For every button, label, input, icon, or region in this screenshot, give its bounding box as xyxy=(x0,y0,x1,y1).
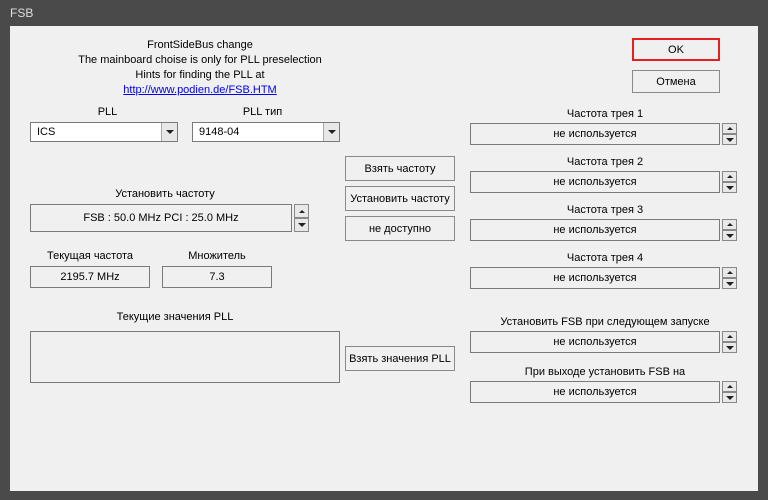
fsb-exit-label: При выходе установить FSB на xyxy=(470,366,740,378)
spin-up-icon[interactable] xyxy=(722,267,737,278)
tray1-value: не используется xyxy=(553,128,636,140)
spin-up-icon[interactable] xyxy=(722,123,737,134)
set-freq-field: FSB : 50.0 MHz PCI : 25.0 MHz xyxy=(30,204,292,232)
tray4-label: Частота трея 4 xyxy=(470,252,740,264)
tray4-value: не используется xyxy=(553,272,636,284)
cur-freq-value: 2195.7 MHz xyxy=(60,271,119,283)
fsb-exit-group: При выходе установить FSB на не использу… xyxy=(470,366,740,403)
get-freq-button[interactable]: Взять частоту xyxy=(345,156,455,181)
dropdown-arrow-icon[interactable] xyxy=(323,123,339,141)
cur-freq-field: 2195.7 MHz xyxy=(30,266,150,288)
spin-up-icon[interactable] xyxy=(722,331,737,342)
spin-down-icon[interactable] xyxy=(722,182,737,193)
not-available-button[interactable]: не доступно xyxy=(345,216,455,241)
header-line1: FrontSideBus change xyxy=(45,38,355,53)
tray1-spinner xyxy=(722,123,737,145)
fsb-next-spinner xyxy=(722,331,737,353)
spin-up-icon[interactable] xyxy=(722,171,737,182)
spin-down-icon[interactable] xyxy=(294,218,309,232)
cancel-button[interactable]: Отмена xyxy=(632,70,720,93)
cur-pll-field xyxy=(30,331,340,383)
tray2-field: не используется xyxy=(470,171,720,193)
tray3-field: не используется xyxy=(470,219,720,241)
set-freq-spinner xyxy=(294,204,309,232)
pll-labels-row: PLL PLL тип xyxy=(30,106,340,118)
spin-down-icon[interactable] xyxy=(722,278,737,289)
tray3-spinner xyxy=(722,219,737,241)
dropdown-arrow-icon[interactable] xyxy=(161,123,177,141)
fsb-exit-spinner xyxy=(722,381,737,403)
set-freq-value: FSB : 50.0 MHz PCI : 25.0 MHz xyxy=(83,212,238,224)
pll-combo[interactable]: ICS xyxy=(30,122,178,142)
multiplier-field: 7.3 xyxy=(162,266,272,288)
pll-type-combo-value: 9148-04 xyxy=(193,126,323,138)
pll-type-label: PLL тип xyxy=(185,106,340,118)
spin-up-icon[interactable] xyxy=(722,381,737,392)
tray1-label: Частота трея 1 xyxy=(470,108,740,120)
header-line2: The mainboard choise is only for PLL pre… xyxy=(45,53,355,68)
multiplier-label: Множитель xyxy=(162,250,272,262)
fsb-exit-field: не используется xyxy=(470,381,720,403)
fsb-exit-value: не используется xyxy=(553,386,636,398)
pll-combo-value: ICS xyxy=(31,126,161,138)
fsb-next-label: Установить FSB при следующем запуске xyxy=(470,316,740,328)
tray4-field: не используется xyxy=(470,267,720,289)
spin-up-icon[interactable] xyxy=(722,219,737,230)
dialog-content: FrontSideBus change The mainboard choise… xyxy=(10,26,758,491)
cur-pll-label: Текущие значения PLL xyxy=(30,311,320,323)
spin-down-icon[interactable] xyxy=(722,342,737,353)
fsb-next-group: Установить FSB при следующем запуске не … xyxy=(470,316,740,353)
fsb-next-field: не используется xyxy=(470,331,720,353)
set-freq-button[interactable]: Установить частоту xyxy=(345,186,455,211)
tray3-group: Частота трея 3 не используется xyxy=(470,204,740,241)
spin-down-icon[interactable] xyxy=(722,392,737,403)
tray1-group: Частота трея 1 не используется xyxy=(470,108,740,145)
spin-up-icon[interactable] xyxy=(294,204,309,218)
set-freq-label: Установить частоту xyxy=(30,188,300,200)
help-link[interactable]: http://www.podien.de/FSB.HTM xyxy=(123,84,276,96)
multiplier-value: 7.3 xyxy=(209,271,224,283)
pll-combos-row: ICS 9148-04 xyxy=(30,122,340,142)
spin-down-icon[interactable] xyxy=(722,230,737,241)
cur-freq-label: Текущая частота xyxy=(30,250,150,262)
header-line3: Hints for finding the PLL at xyxy=(45,68,355,83)
pll-label: PLL xyxy=(30,106,185,118)
titlebar: FSB xyxy=(0,0,768,26)
tray3-value: не используется xyxy=(553,224,636,236)
tray4-group: Частота трея 4 не используется xyxy=(470,252,740,289)
tray2-value: не используется xyxy=(553,176,636,188)
pll-type-combo[interactable]: 9148-04 xyxy=(192,122,340,142)
tray2-spinner xyxy=(722,171,737,193)
fsb-next-value: не используется xyxy=(553,336,636,348)
header-block: FrontSideBus change The mainboard choise… xyxy=(45,38,355,98)
tray3-label: Частота трея 3 xyxy=(470,204,740,216)
window-title: FSB xyxy=(10,6,33,20)
tray2-group: Частота трея 2 не используется xyxy=(470,156,740,193)
get-pll-button[interactable]: Взять значения PLL xyxy=(345,346,455,371)
spin-down-icon[interactable] xyxy=(722,134,737,145)
tray2-label: Частота трея 2 xyxy=(470,156,740,168)
ok-button[interactable]: OK xyxy=(632,38,720,61)
tray4-spinner xyxy=(722,267,737,289)
tray1-field: не используется xyxy=(470,123,720,145)
